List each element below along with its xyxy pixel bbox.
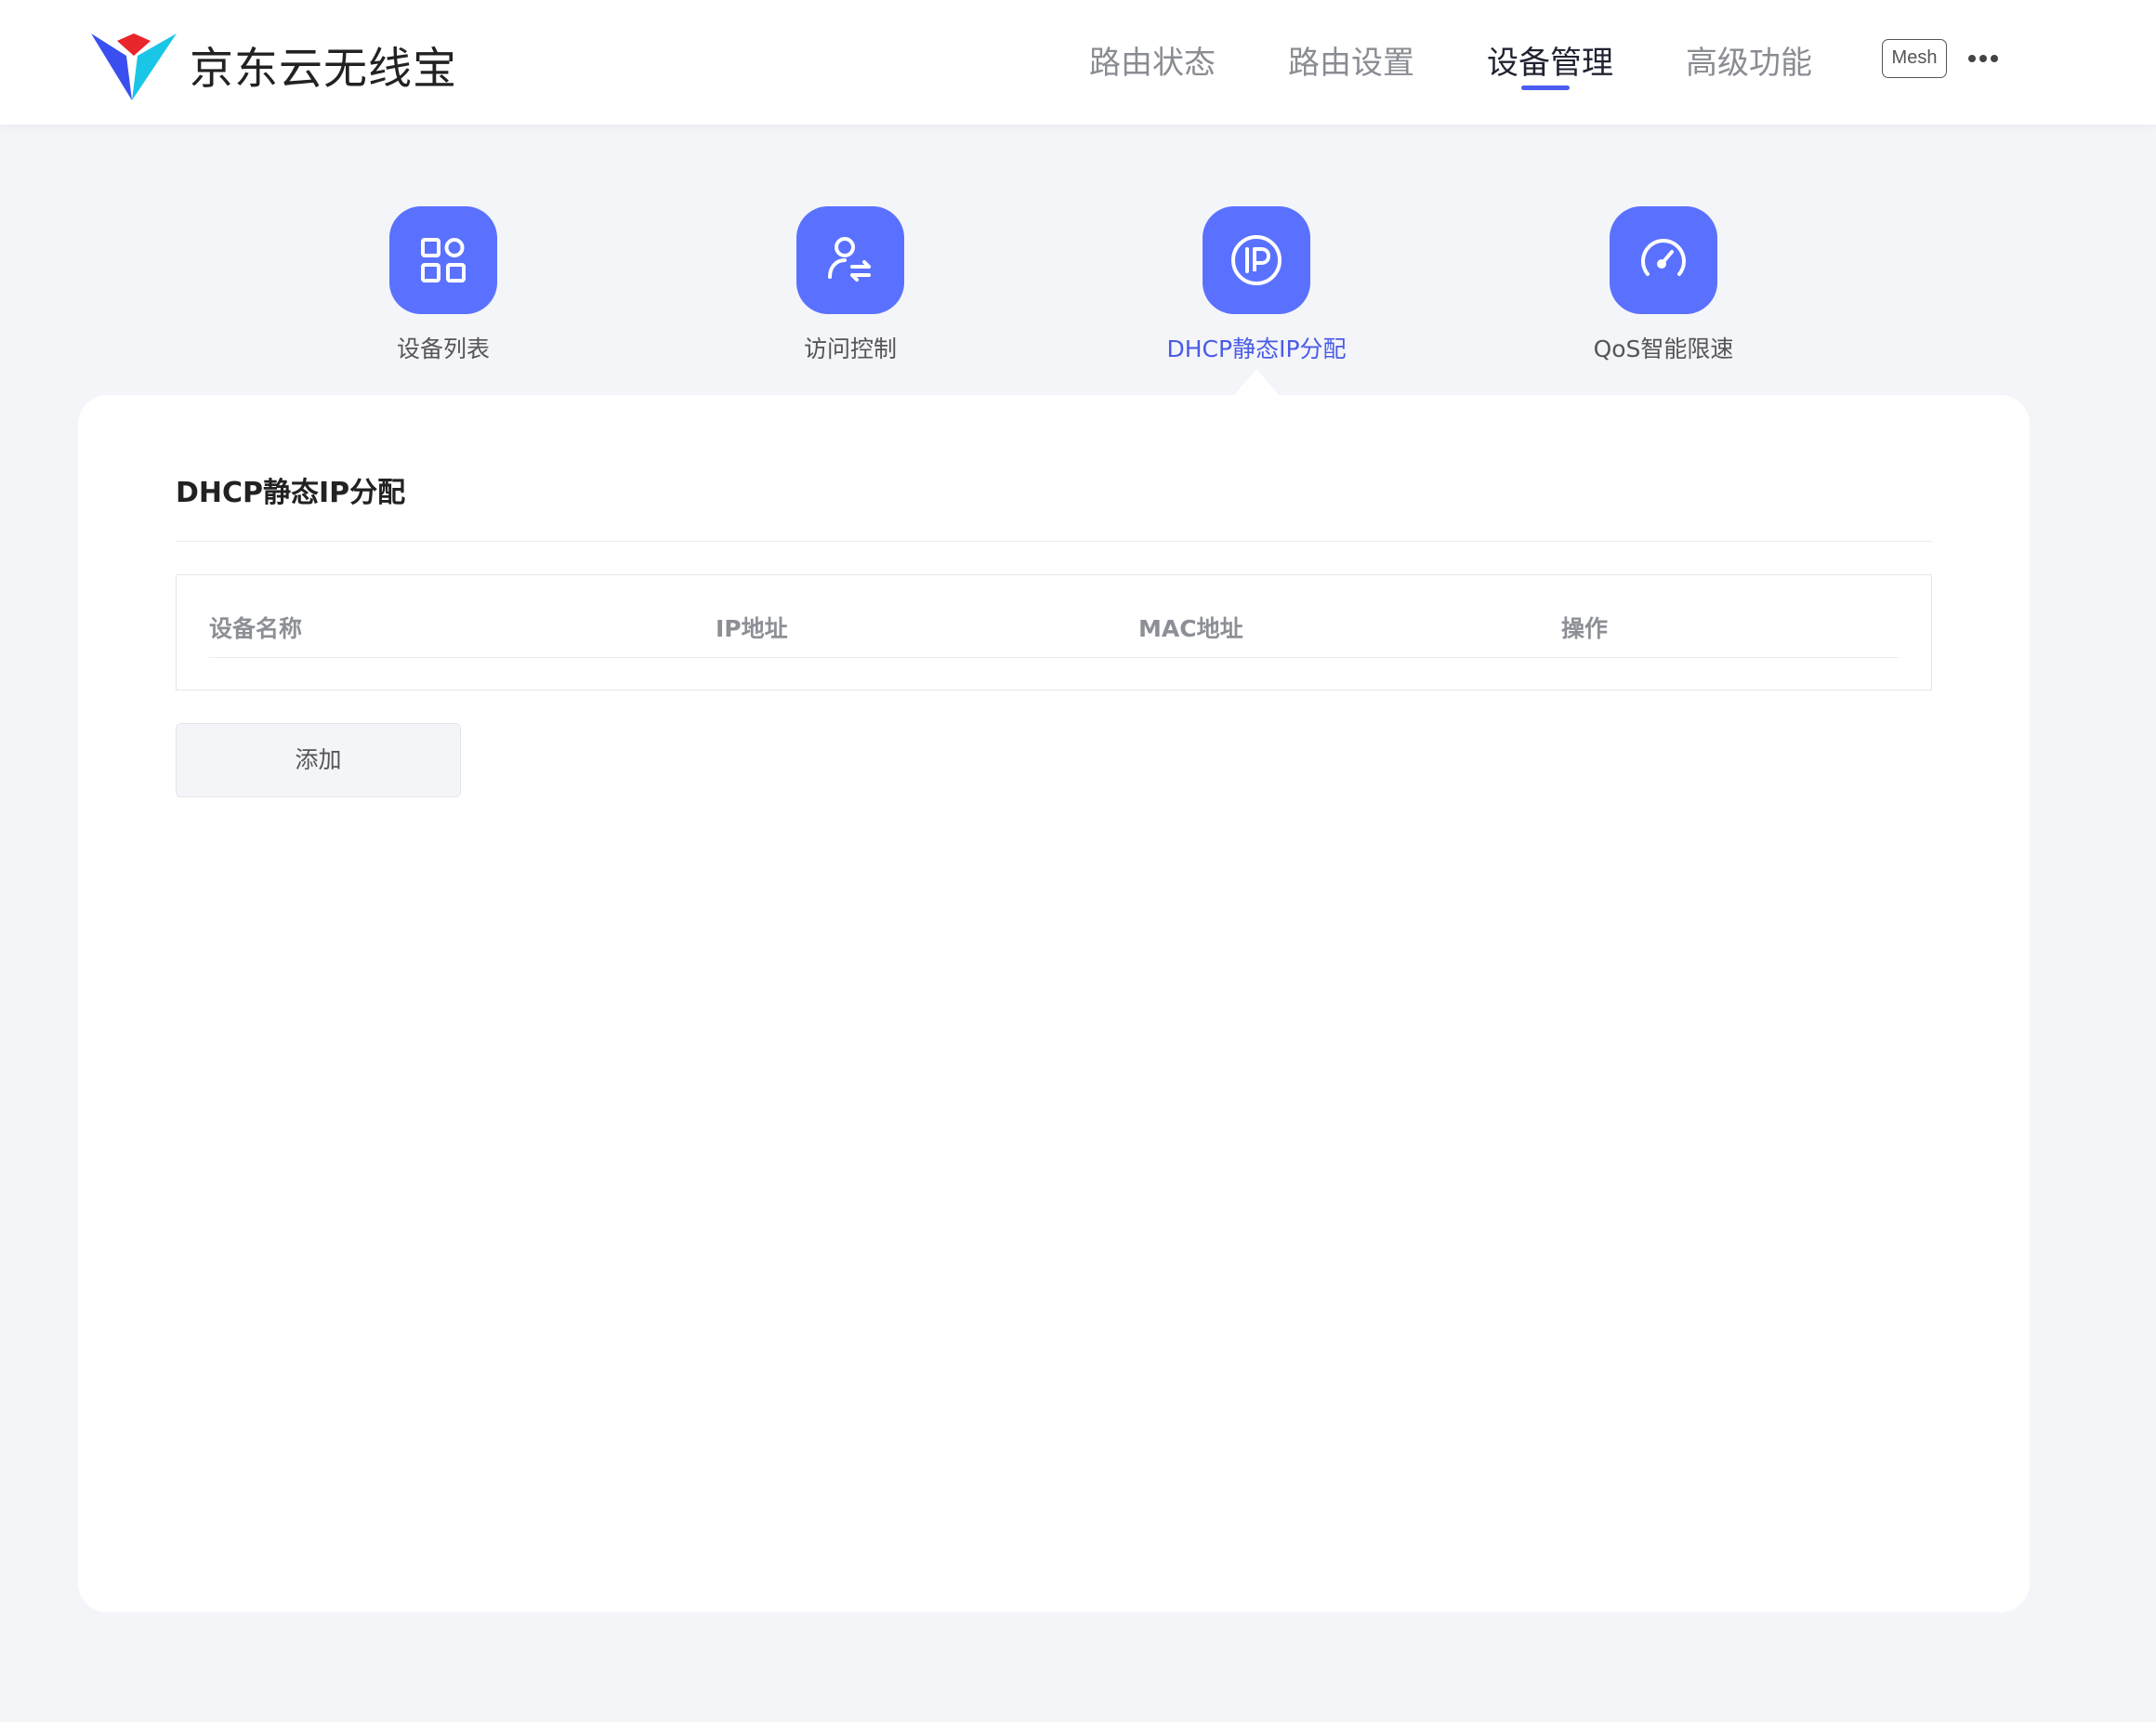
nav-item-device-management[interactable]: 设备管理: [1487, 37, 1613, 83]
nav-active-underline: [1521, 85, 1570, 90]
tab-label: DHCP静态IP分配: [1166, 335, 1347, 362]
tab-icon-box: [1203, 206, 1310, 314]
column-header-device-name: 设备名称: [209, 615, 303, 642]
column-header-ip-address: IP地址: [716, 615, 788, 642]
static-ip-table: 设备名称 IP地址 MAC地址 操作: [176, 574, 1932, 690]
column-header-mac-address: MAC地址: [1138, 615, 1243, 642]
active-tab-pointer: [1234, 369, 1279, 395]
nav-item-router-status[interactable]: 路由状态: [1089, 37, 1216, 83]
header-row-divider: [209, 657, 1899, 658]
tab-label: 设备列表: [396, 335, 490, 362]
page-title: DHCP静态IP分配: [176, 477, 406, 509]
mesh-button[interactable]: Mesh: [1882, 39, 1947, 78]
ip-icon: [1231, 235, 1282, 285]
nav-item-advanced-features[interactable]: 高级功能: [1686, 37, 1812, 83]
tab-qos-speed-limit[interactable]: QoS智能限速: [1524, 206, 1803, 364]
tab-label: QoS智能限速: [1593, 335, 1734, 362]
add-button[interactable]: 添加: [176, 723, 461, 797]
tab-icon-box: [389, 206, 497, 314]
tab-icon-box: [796, 206, 904, 314]
title-divider: [176, 541, 1932, 542]
nav-item-router-settings[interactable]: 路由设置: [1288, 37, 1414, 83]
more-icon[interactable]: [1967, 52, 1999, 65]
grid-icon: [421, 238, 466, 283]
tab-dhcp-static-ip[interactable]: DHCP静态IP分配: [1117, 206, 1396, 364]
user-switch-icon: [828, 237, 871, 282]
speedometer-icon: [1641, 239, 1686, 276]
content-card: DHCP静态IP分配 设备名称 IP地址 MAC地址 操作 添加: [78, 395, 2030, 1612]
column-header-actions: 操作: [1561, 615, 1609, 642]
tab-label: 访问控制: [803, 335, 897, 362]
tab-device-list[interactable]: 设备列表: [304, 206, 583, 364]
main-nav: 路由状态 路由设置 设备管理 高级功能: [0, 0, 2156, 125]
tab-icon-box: [1610, 206, 1717, 314]
tab-access-control[interactable]: 访问控制: [711, 206, 990, 364]
top-bar: 京东云无线宝 路由状态 路由设置 设备管理 高级功能 Mesh: [0, 0, 2156, 125]
